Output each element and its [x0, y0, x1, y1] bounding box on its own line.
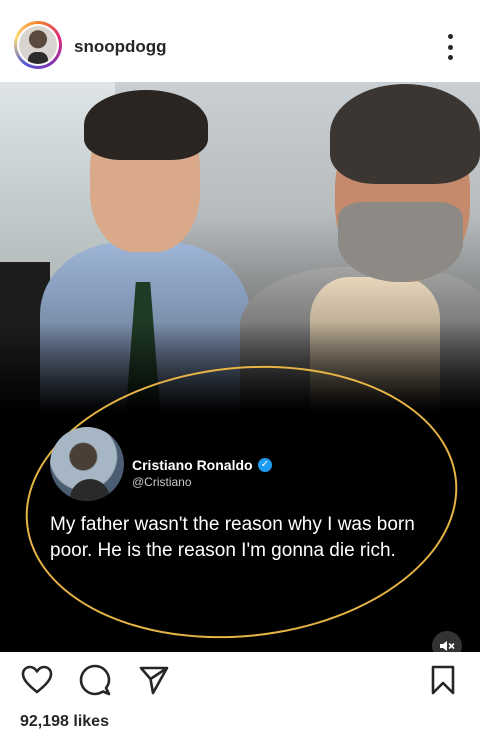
tweet-avatar: [50, 427, 124, 501]
comment-button[interactable]: [77, 662, 113, 698]
speaker-muted-icon: [440, 641, 455, 651]
post-media[interactable]: Cristiano Ronaldo ✓ @Cristiano My father…: [0, 82, 480, 652]
send-icon: [139, 666, 169, 695]
username-link[interactable]: snoopdogg: [74, 37, 167, 57]
tweet-text: My father wasn't the reason why I was bo…: [50, 514, 415, 561]
mute-toggle-button[interactable]: [432, 631, 462, 652]
post-header: snoopdogg: [0, 0, 480, 82]
tweet-author-name: Cristiano Ronaldo: [132, 457, 253, 473]
heart-icon: [21, 665, 53, 694]
avatar-image: [19, 26, 57, 64]
likes-count[interactable]: 92,198 likes: [20, 712, 109, 732]
like-button[interactable]: [19, 662, 55, 698]
bookmark-icon: [431, 665, 455, 695]
save-button[interactable]: [425, 662, 461, 698]
verified-badge-icon: ✓: [258, 458, 272, 472]
post-actions: [0, 652, 480, 708]
share-button[interactable]: [136, 662, 172, 698]
profile-avatar[interactable]: [14, 21, 62, 69]
comment-icon: [79, 664, 111, 696]
more-options-icon[interactable]: [440, 34, 460, 60]
tweet-author-handle: @Cristiano: [132, 475, 192, 489]
post-photo: [0, 82, 480, 422]
